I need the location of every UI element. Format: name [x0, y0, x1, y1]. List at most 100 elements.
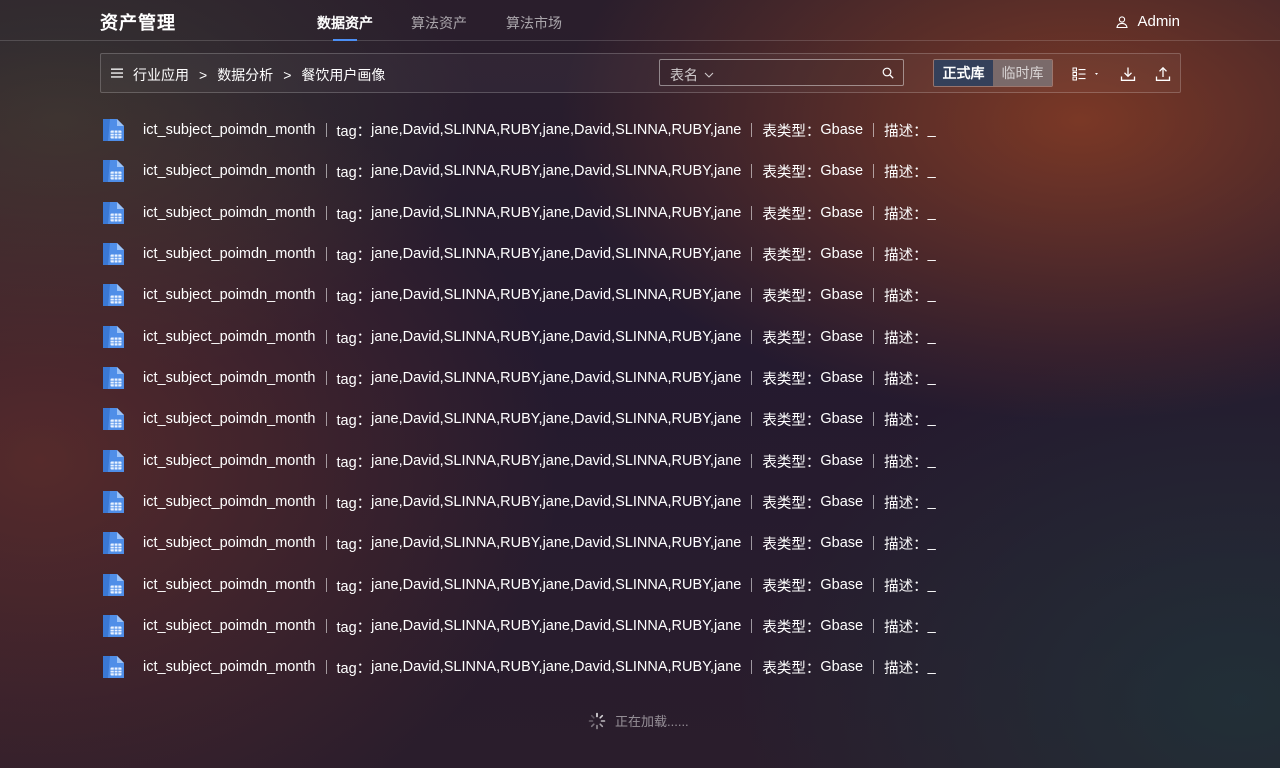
- description-label: 描述：: [884, 164, 928, 181]
- list-item[interactable]: ict_subject_poimdn_month tag： jane,David,S…: [100, 399, 936, 439]
- table-file-icon: [103, 119, 124, 141]
- field-divider: [751, 660, 753, 674]
- field-divider: [751, 330, 753, 344]
- list-item[interactable]: ict_subject_poimdn_month tag： jane,David,S…: [100, 441, 936, 481]
- table-name[interactable]: ict_subject_poimdn_month: [143, 659, 316, 675]
- tag-label: tag：: [336, 247, 372, 264]
- tab-algorithm-assets[interactable]: 算法资产: [411, 13, 467, 33]
- toolbar: 行业应用 > 数据分析 > 餐饮用户画像 表名 正式库 临时库: [100, 53, 1181, 93]
- table-name[interactable]: ict_subject_poimdn_month: [143, 205, 316, 221]
- list-item[interactable]: ict_subject_poimdn_month tag： jane,David,S…: [100, 523, 936, 563]
- list-item[interactable]: ict_subject_poimdn_month tag： jane,David,S…: [100, 317, 936, 357]
- list-item[interactable]: ict_subject_poimdn_month tag： jane,David,S…: [100, 193, 936, 233]
- list-item[interactable]: ict_subject_poimdn_month tag： jane,David,S…: [100, 358, 936, 398]
- view-mode-icon[interactable]: [1072, 66, 1102, 82]
- table-type-value: Gbase: [820, 287, 864, 303]
- upload-icon[interactable]: [1155, 66, 1171, 82]
- tag-label: tag：: [336, 206, 372, 223]
- field-divider: [873, 288, 875, 302]
- field-divider: [873, 247, 875, 261]
- field-divider: [325, 330, 327, 344]
- field-divider: [325, 619, 327, 633]
- tag-value: jane,David,SLINNA,RUBY,jane,David,SLINNA…: [371, 246, 742, 262]
- tag-label: tag：: [336, 660, 372, 677]
- list-item[interactable]: ict_subject_poimdn_month tag： jane,David,S…: [100, 606, 936, 646]
- tag-label: tag：: [336, 536, 372, 553]
- table-file-icon: [103, 532, 124, 554]
- table-name[interactable]: ict_subject_poimdn_month: [143, 329, 316, 345]
- table-type-label: 表类型：: [762, 123, 821, 140]
- table-name[interactable]: ict_subject_poimdn_month: [143, 287, 316, 303]
- description-value: _: [927, 535, 936, 551]
- table-type-label: 表类型：: [762, 536, 821, 553]
- tag-value: jane,David,SLINNA,RUBY,jane,David,SLINNA…: [371, 659, 742, 675]
- table-name[interactable]: ict_subject_poimdn_month: [143, 370, 316, 386]
- field-divider: [751, 495, 753, 509]
- breadcrumb-item-industry[interactable]: 行业应用: [133, 65, 189, 85]
- description-label: 描述：: [884, 288, 928, 305]
- download-icon[interactable]: [1120, 66, 1136, 82]
- table-name[interactable]: ict_subject_poimdn_month: [143, 453, 316, 469]
- table-name[interactable]: ict_subject_poimdn_month: [143, 618, 316, 634]
- description-value: _: [927, 411, 936, 427]
- field-divider: [751, 247, 753, 261]
- description-value: _: [927, 122, 936, 138]
- search-filter-value: 表名: [670, 67, 698, 83]
- list-item[interactable]: ict_subject_poimdn_month tag： jane,David,S…: [100, 482, 936, 522]
- user-name: Admin: [1137, 13, 1180, 30]
- table-name[interactable]: ict_subject_poimdn_month: [143, 535, 316, 551]
- hamburger-menu-icon[interactable]: [110, 66, 124, 80]
- description-label: 描述：: [884, 412, 928, 429]
- description-value: _: [927, 659, 936, 675]
- formal-library-button[interactable]: 正式库: [934, 60, 993, 86]
- table-type-label: 表类型：: [762, 454, 821, 471]
- list-item[interactable]: ict_subject_poimdn_month tag： jane,David,S…: [100, 647, 936, 687]
- table-type-value: Gbase: [820, 453, 864, 469]
- field-divider: [325, 371, 327, 385]
- table-name[interactable]: ict_subject_poimdn_month: [143, 577, 316, 593]
- field-divider: [873, 371, 875, 385]
- list-item[interactable]: ict_subject_poimdn_month tag： jane,David,S…: [100, 565, 936, 605]
- table-name[interactable]: ict_subject_poimdn_month: [143, 494, 316, 510]
- breadcrumb-item-analysis[interactable]: 数据分析: [217, 65, 273, 85]
- field-divider: [325, 123, 327, 137]
- user-icon: [1116, 15, 1129, 28]
- user-menu[interactable]: Admin: [1115, 13, 1180, 30]
- tag-value: jane,David,SLINNA,RUBY,jane,David,SLINNA…: [371, 205, 742, 221]
- table-name[interactable]: ict_subject_poimdn_month: [143, 122, 316, 138]
- description-value: _: [927, 370, 936, 386]
- field-divider: [873, 123, 875, 137]
- table-name[interactable]: ict_subject_poimdn_month: [143, 163, 316, 179]
- breadcrumb-separator: >: [199, 67, 208, 83]
- table-type-label: 表类型：: [762, 164, 821, 181]
- breadcrumb-separator: >: [283, 67, 292, 83]
- field-divider: [873, 330, 875, 344]
- table-type-label: 表类型：: [762, 288, 821, 305]
- tab-algorithm-market[interactable]: 算法市场: [506, 13, 562, 33]
- field-divider: [873, 536, 875, 550]
- tab-data-assets[interactable]: 数据资产: [317, 13, 373, 33]
- list-item[interactable]: ict_subject_poimdn_month tag： jane,David,S…: [100, 110, 936, 150]
- search-input[interactable]: [726, 62, 880, 85]
- description-label: 描述：: [884, 660, 928, 677]
- field-divider: [873, 164, 875, 178]
- description-value: _: [927, 577, 936, 593]
- description-value: _: [927, 287, 936, 303]
- search-icon[interactable]: [882, 67, 894, 79]
- field-divider: [325, 164, 327, 178]
- search-filter-select[interactable]: 表名: [670, 65, 714, 85]
- tag-value: jane,David,SLINNA,RUBY,jane,David,SLINNA…: [371, 577, 742, 593]
- temp-library-button[interactable]: 临时库: [993, 60, 1052, 86]
- list-item[interactable]: ict_subject_poimdn_month tag： jane,David,S…: [100, 275, 936, 315]
- table-type-value: Gbase: [820, 535, 864, 551]
- field-divider: [751, 536, 753, 550]
- table-type-label: 表类型：: [762, 660, 821, 677]
- list-item[interactable]: ict_subject_poimdn_month tag： jane,David,S…: [100, 151, 936, 191]
- description-label: 描述：: [884, 454, 928, 471]
- tag-value: jane,David,SLINNA,RUBY,jane,David,SLINNA…: [371, 494, 742, 510]
- tag-label: tag：: [336, 288, 372, 305]
- table-name[interactable]: ict_subject_poimdn_month: [143, 246, 316, 262]
- library-toggle: 正式库 临时库: [933, 59, 1053, 87]
- table-name[interactable]: ict_subject_poimdn_month: [143, 411, 316, 427]
- list-item[interactable]: ict_subject_poimdn_month tag： jane,David,S…: [100, 234, 936, 274]
